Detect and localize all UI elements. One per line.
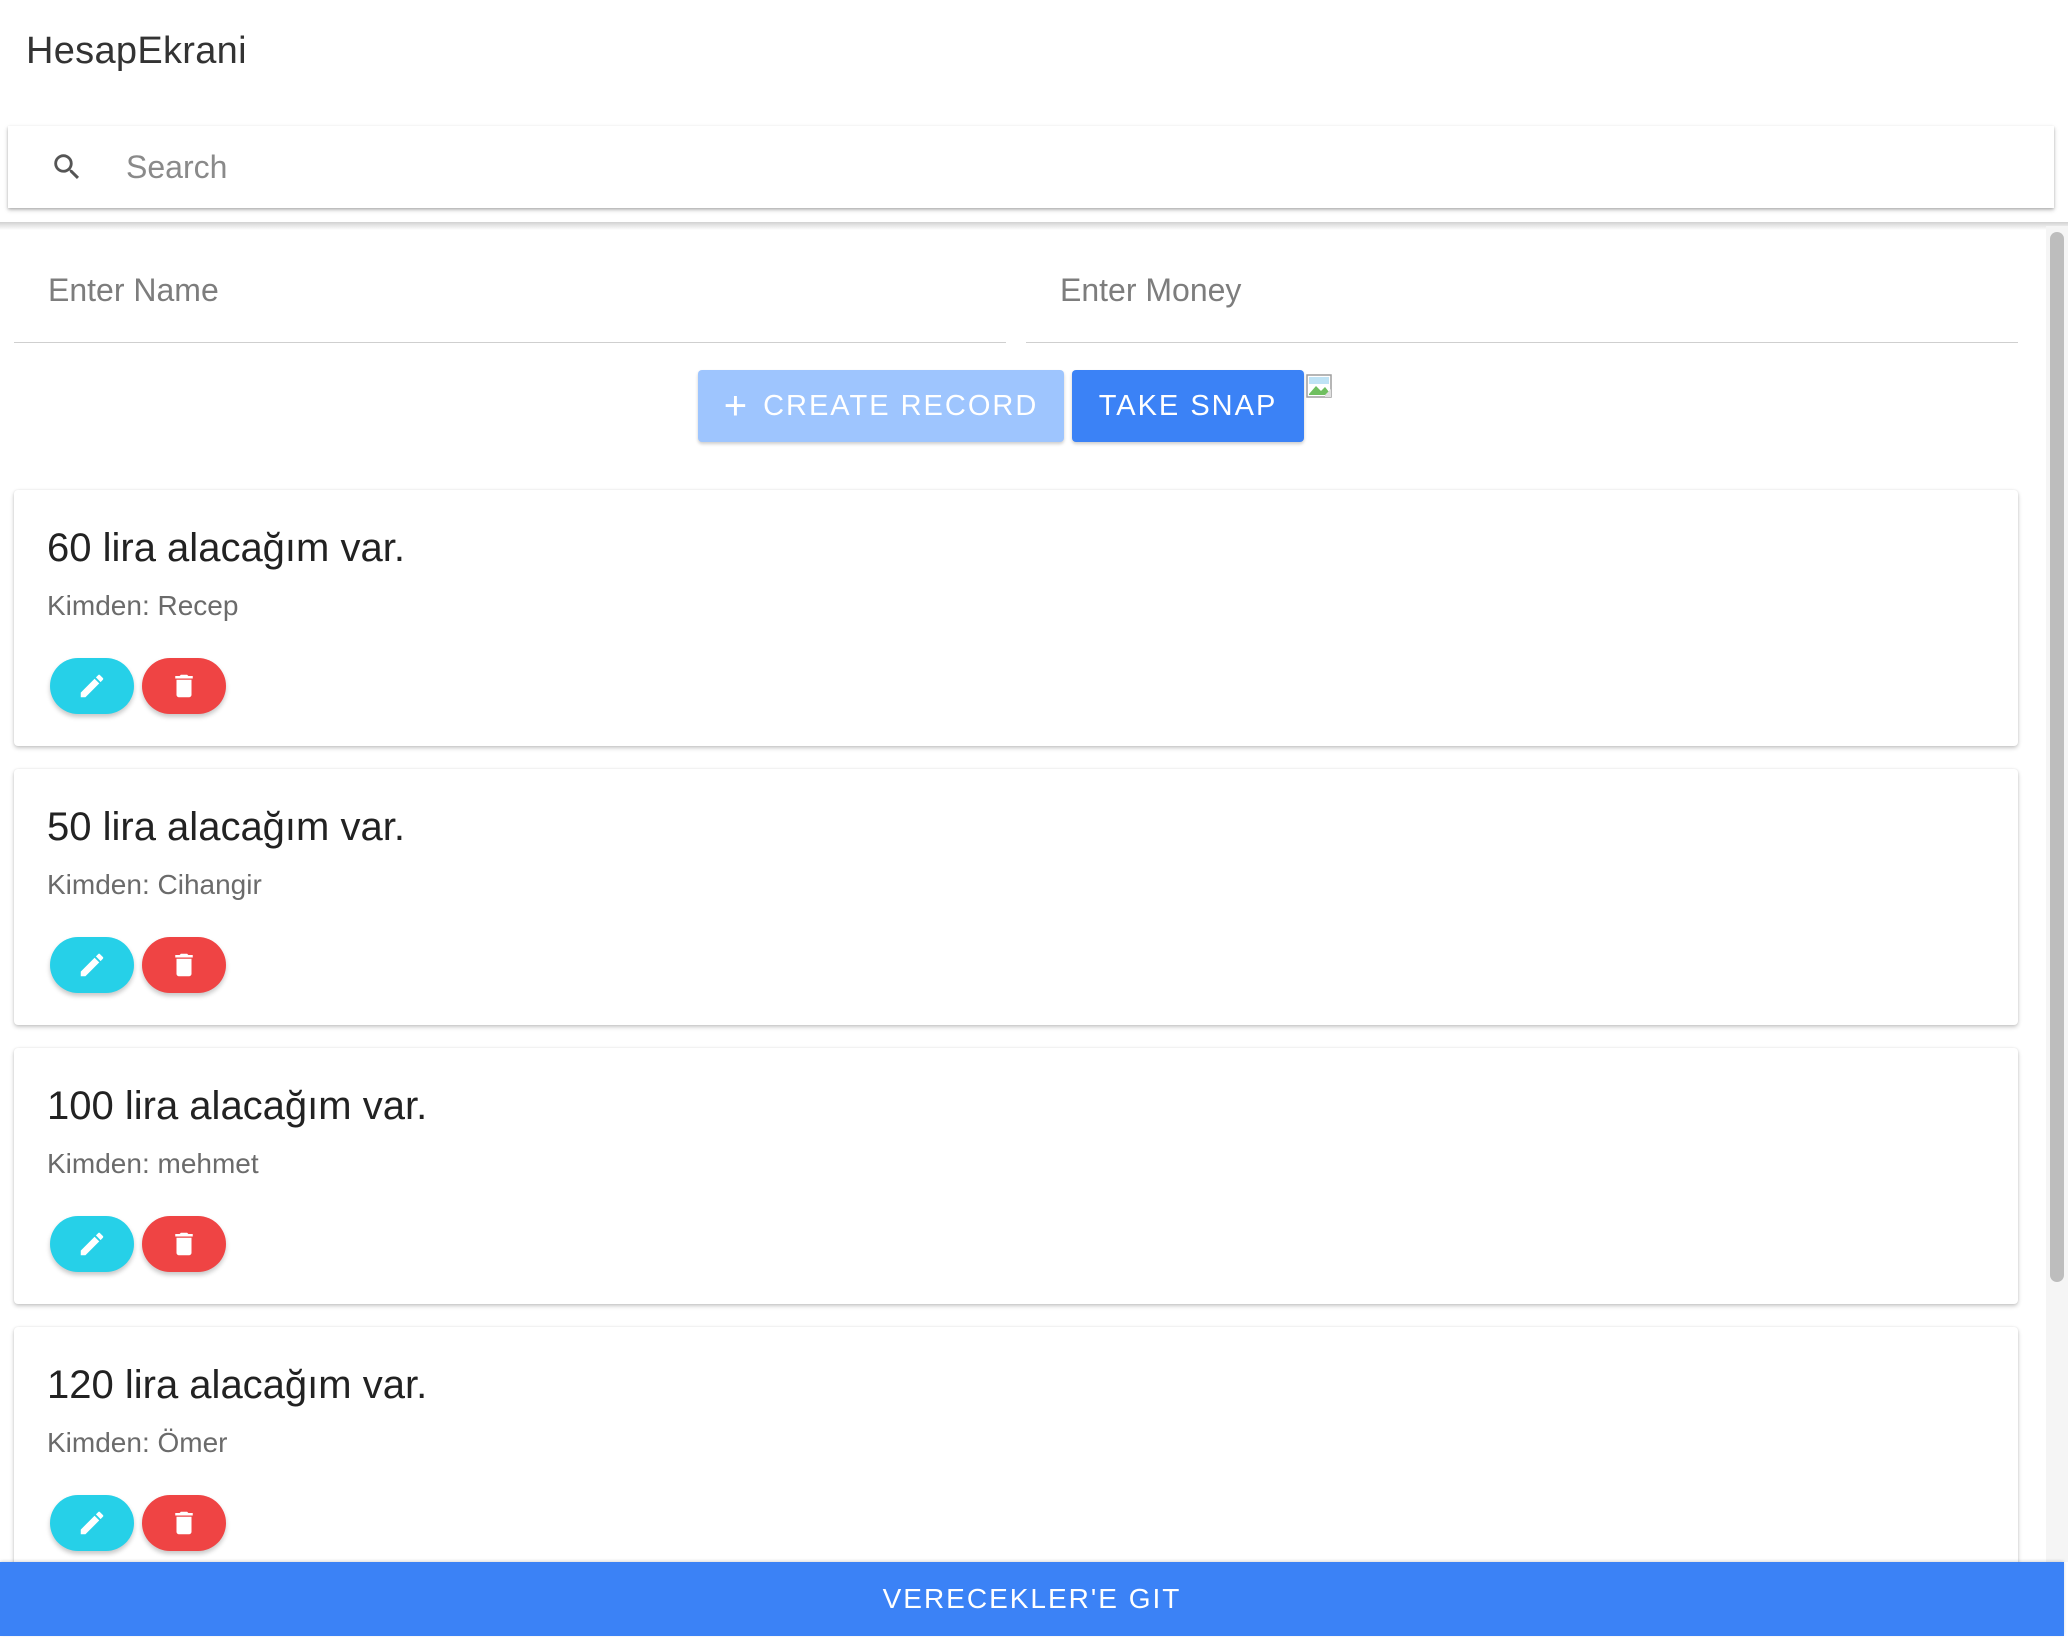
trash-icon: [175, 1511, 193, 1535]
delete-button[interactable]: [142, 937, 226, 993]
record-card: 60 lira alacağım var. Kimden: Recep: [14, 490, 2018, 746]
delete-button[interactable]: [142, 658, 226, 714]
name-field-wrapper: [14, 250, 1006, 343]
money-field-wrapper: [1026, 250, 2018, 343]
edit-button[interactable]: [50, 1495, 134, 1551]
broken-image-icon: [1306, 374, 1332, 398]
delete-button[interactable]: [142, 1495, 226, 1551]
edit-button[interactable]: [50, 937, 134, 993]
record-card: 50 lira alacağım var. Kimden: Cihangir: [14, 769, 2018, 1025]
record-card: 120 lira alacağım var. Kimden: Ömer: [14, 1327, 2018, 1583]
record-title: 50 lira alacağım var.: [47, 805, 405, 849]
plus-icon: +: [723, 384, 750, 428]
take-snap-button[interactable]: TAKE SNAP: [1072, 370, 1304, 442]
record-title: 120 lira alacağım var.: [47, 1363, 428, 1407]
pencil-icon: [80, 1232, 104, 1256]
record-subtitle: Kimden: Recep: [47, 590, 239, 621]
record-subtitle: Kimden: Cihangir: [47, 869, 262, 900]
pencil-icon: [80, 674, 104, 698]
edit-button[interactable]: [50, 658, 134, 714]
go-to-payables-button[interactable]: VERECEKLER'E GIT: [0, 1562, 2064, 1636]
trash-icon: [175, 953, 193, 977]
create-record-button[interactable]: + CREATE RECORD: [698, 370, 1064, 442]
app-root: HesapEkrani + CREATE RECORD TAKE SNAP 60…: [0, 0, 2068, 1642]
record-card: 100 lira alacağım var. Kimden: mehmet: [14, 1048, 2018, 1304]
record-subtitle: Kimden: mehmet: [47, 1148, 259, 1179]
search-icon: [54, 154, 80, 180]
search-bar: [8, 126, 2054, 208]
trash-icon: [175, 1232, 193, 1256]
record-title: 100 lira alacağım var.: [47, 1084, 428, 1128]
pencil-icon: [80, 953, 104, 977]
search-input[interactable]: [126, 148, 2054, 186]
create-record-label: CREATE RECORD: [763, 389, 1039, 422]
go-to-payables-label: VERECEKLER'E GIT: [882, 1583, 1182, 1614]
record-subtitle: Kimden: Ömer: [47, 1427, 228, 1458]
delete-button[interactable]: [142, 1216, 226, 1272]
edit-button[interactable]: [50, 1216, 134, 1272]
money-input[interactable]: [1026, 250, 2018, 309]
header-shadow: [0, 222, 2068, 230]
take-snap-label: TAKE SNAP: [1098, 389, 1278, 422]
app-title: HesapEkrani: [26, 30, 247, 72]
scrollbar-thumb[interactable]: [2050, 232, 2064, 1282]
name-input[interactable]: [14, 250, 1006, 309]
trash-icon: [175, 674, 193, 698]
pencil-icon: [80, 1511, 104, 1535]
record-title: 60 lira alacağım var.: [47, 526, 405, 570]
